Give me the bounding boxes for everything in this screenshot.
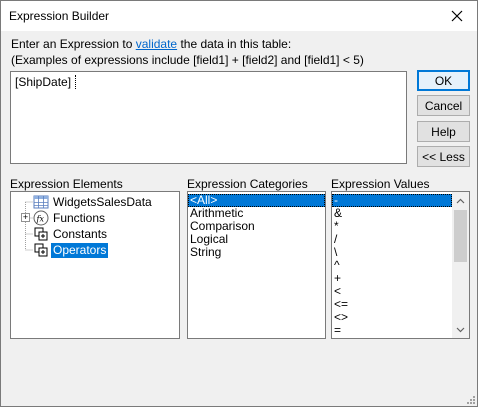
categories-list[interactable]: <All> Arithmetic Comparison Logical Stri… xyxy=(187,191,326,339)
intro-line-1: Enter an Expression to validate the data… xyxy=(11,37,291,51)
validate-link[interactable]: validate xyxy=(136,37,177,51)
text-caret xyxy=(75,75,77,89)
expression-builder-dialog: Expression Builder Enter an Expression t… xyxy=(0,0,478,407)
resize-grip-icon[interactable] xyxy=(465,394,475,404)
scroll-thumb[interactable] xyxy=(454,210,467,262)
value-item[interactable]: = xyxy=(332,324,452,337)
intro-suffix: the data in this table: xyxy=(177,37,292,51)
value-item[interactable]: - xyxy=(332,194,452,207)
title-bar: Expression Builder xyxy=(1,1,477,31)
value-item[interactable]: \ xyxy=(332,246,452,259)
values-scrollbar[interactable] xyxy=(452,192,469,338)
tree-label-table: WidgetsSalesData xyxy=(53,194,152,209)
scroll-up-arrow[interactable] xyxy=(452,192,469,209)
categories-label: Expression Categories xyxy=(187,177,308,191)
tree-item-constants[interactable]: Constants xyxy=(33,226,109,242)
tree-label-constants: Constants xyxy=(53,226,108,241)
tree-label-functions: Functions xyxy=(53,210,106,225)
fx-icon: fx xyxy=(33,210,49,226)
chevron-up-icon xyxy=(456,198,465,203)
values-list[interactable]: - & * / \ ^ + < <= <> = xyxy=(331,191,470,339)
close-button[interactable] xyxy=(437,1,477,31)
tree-label-operators: Operators xyxy=(51,242,109,258)
window-title: Expression Builder xyxy=(9,9,110,23)
expression-input[interactable]: [ShipDate] xyxy=(10,71,407,164)
ok-button[interactable]: OK xyxy=(417,70,470,91)
operators-icon xyxy=(34,243,48,257)
svg-text:fx: fx xyxy=(36,215,45,224)
table-icon xyxy=(33,195,49,209)
tree-item-table[interactable]: WidgetsSalesData xyxy=(33,194,154,210)
value-item[interactable]: < xyxy=(332,285,452,298)
constants-icon xyxy=(34,227,48,241)
intro-prefix: Enter an Expression to xyxy=(11,37,136,51)
cancel-button[interactable]: Cancel xyxy=(417,95,470,116)
intro-line-2: (Examples of expressions include [field1… xyxy=(11,53,364,67)
elements-label: Expression Elements xyxy=(10,177,123,191)
values-label: Expression Values xyxy=(331,177,430,191)
value-item[interactable]: & xyxy=(332,207,452,220)
value-item[interactable]: / xyxy=(332,233,452,246)
close-icon xyxy=(451,10,463,22)
less-button[interactable]: << Less xyxy=(417,146,470,167)
value-item[interactable]: * xyxy=(332,220,452,233)
value-item[interactable]: + xyxy=(332,272,452,285)
value-item[interactable]: <> xyxy=(332,311,452,324)
value-item[interactable]: ^ xyxy=(332,259,452,272)
tree-item-operators[interactable]: Operators xyxy=(33,242,109,258)
help-button[interactable]: Help xyxy=(417,121,470,142)
functions-expander[interactable]: + xyxy=(21,213,30,222)
chevron-down-icon xyxy=(456,327,465,332)
tree-item-functions[interactable]: fx Functions xyxy=(33,210,107,226)
scroll-down-arrow[interactable] xyxy=(452,321,469,338)
category-item[interactable]: String xyxy=(188,246,325,259)
expression-text: [ShipDate] xyxy=(15,75,72,89)
elements-tree[interactable]: WidgetsSalesData + fx Functions Constant… xyxy=(10,191,180,339)
values-items: - & * / \ ^ + < <= <> = xyxy=(332,194,452,337)
value-item[interactable]: <= xyxy=(332,298,452,311)
